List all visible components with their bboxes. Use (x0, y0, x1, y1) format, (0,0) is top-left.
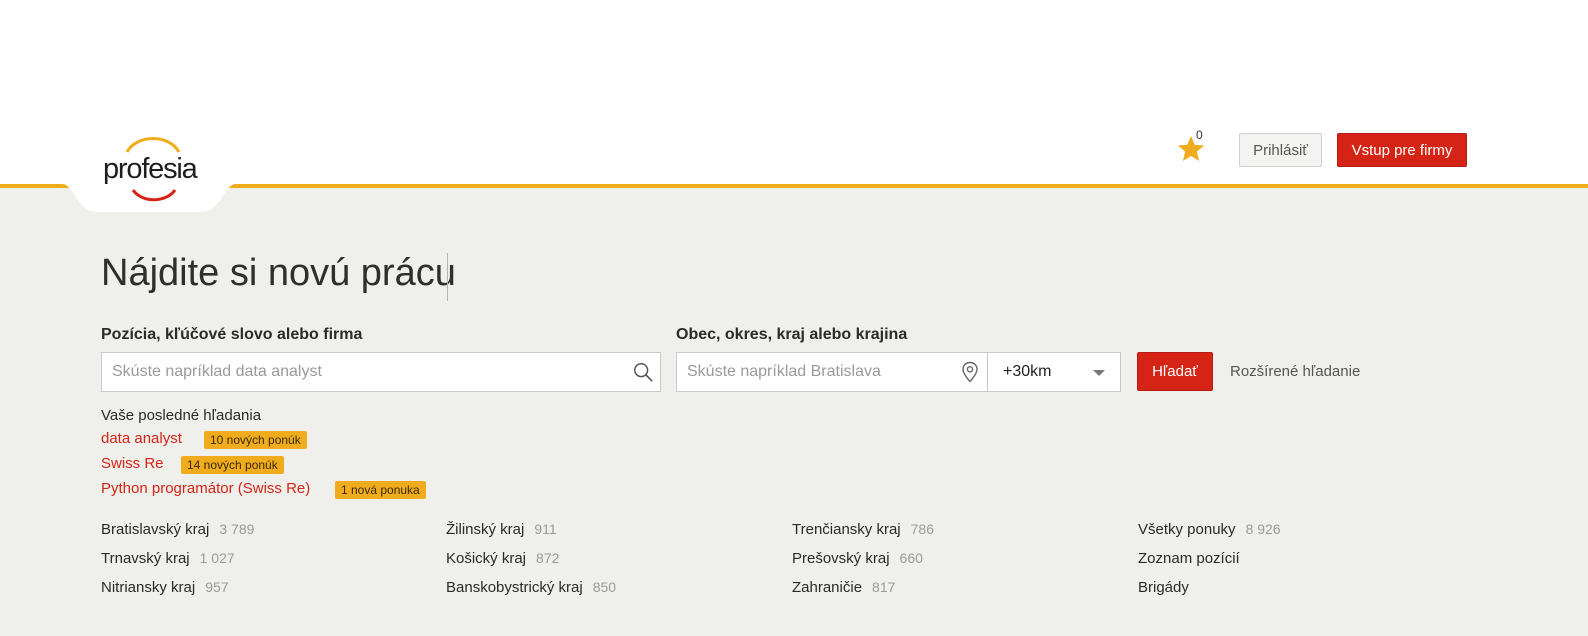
search-button[interactable]: Hľadať (1137, 352, 1213, 391)
region-link-abroad[interactable]: Zahraničie 817 (792, 579, 895, 596)
location-field[interactable] (676, 352, 988, 392)
region-name: Košický kraj (446, 550, 527, 567)
region-name: Všetky ponuky (1138, 521, 1236, 538)
position-input[interactable] (102, 353, 626, 391)
region-name: Trenčiansky kraj (792, 521, 901, 538)
region-name: Brigády (1138, 579, 1189, 596)
text-cursor (447, 253, 448, 301)
region-count: 786 (910, 521, 934, 537)
region-link-trencin[interactable]: Trenčiansky kraj 786 (792, 521, 934, 538)
new-offers-badge[interactable]: 1 nová ponuka (335, 481, 426, 499)
radius-select[interactable]: +30km (987, 352, 1121, 392)
favorites-button[interactable]: 0 (1176, 128, 1212, 168)
region-link-kosice[interactable]: Košický kraj 872 (446, 550, 559, 567)
recent-search-link[interactable]: Python programátor (Swiss Re) (101, 480, 310, 497)
logo-text: profesia (103, 153, 198, 185)
region-name: Zahraničie (792, 579, 863, 596)
firms-entry-button[interactable]: Vstup pre firmy (1337, 133, 1467, 167)
region-name: Banskobystrický kraj (446, 579, 583, 596)
region-count: 957 (205, 579, 229, 595)
chevron-down-icon (1093, 370, 1105, 376)
region-link-zilina[interactable]: Žilinský kraj 911 (446, 521, 557, 538)
region-count: 911 (534, 521, 557, 537)
region-name: Žilinský kraj (446, 521, 525, 538)
recent-search-link[interactable]: data analyst (101, 430, 182, 447)
location-label: Obec, okres, kraj alebo krajina (676, 326, 908, 343)
radius-value: +30km (1003, 363, 1052, 380)
region-name: Trnavský kraj (101, 550, 190, 567)
recent-search-link[interactable]: Swiss Re (101, 455, 164, 472)
region-count: 872 (536, 550, 560, 566)
region-link-banska-bystrica[interactable]: Banskobystrický kraj 850 (446, 579, 616, 596)
region-count: 817 (872, 579, 896, 595)
region-count: 3 789 (219, 521, 255, 537)
region-name: Prešovský kraj (792, 550, 890, 567)
region-link-trnava[interactable]: Trnavský kraj 1 027 (101, 550, 235, 567)
new-offers-badge[interactable]: 14 nových ponúk (181, 456, 284, 474)
region-name: Bratislavský kraj (101, 521, 210, 538)
advanced-search-link[interactable]: Rozšírené hľadanie (1230, 363, 1360, 380)
position-label: Pozícia, kľúčové slovo alebo firma (101, 326, 363, 343)
region-count: 660 (899, 550, 923, 566)
favorites-count: 0 (1196, 128, 1203, 142)
recent-searches-title: Vaše posledné hľadania (101, 407, 262, 424)
new-offers-badge[interactable]: 10 nových ponúk (204, 431, 307, 449)
profesia-logo[interactable]: profesia (103, 136, 203, 202)
region-link-presov[interactable]: Prešovský kraj 660 (792, 550, 923, 567)
position-field[interactable] (101, 352, 661, 392)
page-title: Nájdite si novú prácu (101, 252, 456, 294)
location-pin-icon[interactable] (953, 361, 987, 383)
region-count: 8 926 (1245, 521, 1281, 537)
positions-list-link[interactable]: Zoznam pozícií (1138, 550, 1240, 567)
header-accent-line (0, 184, 1588, 188)
region-count: 850 (592, 579, 617, 595)
location-input[interactable] (677, 353, 953, 391)
all-offers-link[interactable]: Všetky ponuky 8 926 (1138, 521, 1281, 538)
region-link-bratislava[interactable]: Bratislavský kraj 3 789 (101, 521, 254, 538)
region-link-nitra[interactable]: Nitriansky kraj 957 (101, 579, 229, 596)
region-count: 1 027 (199, 550, 235, 566)
brigades-link[interactable]: Brigády (1138, 579, 1189, 596)
region-name: Zoznam pozícií (1138, 550, 1240, 567)
login-button[interactable]: Prihlásiť (1239, 133, 1322, 167)
search-icon[interactable] (626, 361, 660, 383)
region-name: Nitriansky kraj (101, 579, 196, 596)
